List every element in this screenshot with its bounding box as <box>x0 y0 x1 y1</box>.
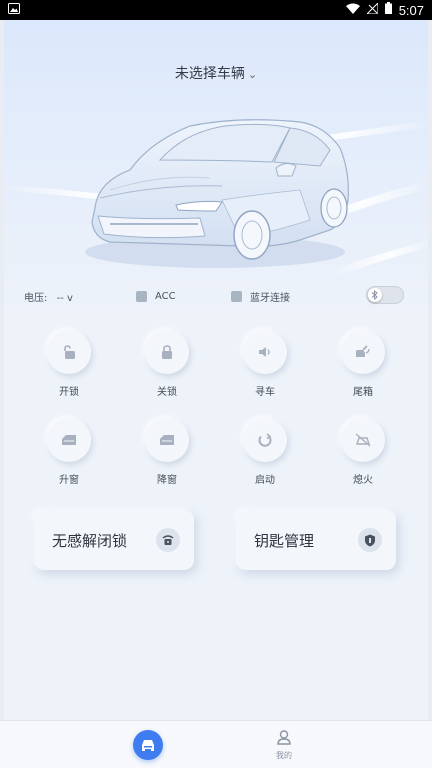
window-down-icon <box>145 418 189 462</box>
voltage-indicator: 电压: -- v <box>24 289 73 304</box>
acc-indicator: ACC <box>136 290 176 302</box>
phone-lock-icon <box>156 528 180 552</box>
acc-label: ACC <box>155 290 176 302</box>
window-up-label: 升窗 <box>59 475 79 486</box>
key-management-card[interactable]: 钥匙管理 <box>236 510 396 570</box>
tab-home[interactable] <box>133 730 163 760</box>
trunk-button[interactable]: 尾箱 <box>323 330 403 398</box>
keyless-lock-label: 无感解闭锁 <box>52 531 128 550</box>
image-notification-icon <box>8 2 20 18</box>
bluetooth-indicator: 蓝牙连接 <box>231 289 290 304</box>
vehicle-selector[interactable]: 未选择车辆 ⌄ <box>0 63 432 83</box>
tab-mine-label: 我的 <box>276 751 292 760</box>
trunk-label: 尾箱 <box>353 387 373 398</box>
start-engine-button[interactable]: 启动 <box>225 418 305 486</box>
right-edge <box>428 20 432 768</box>
engine-off-icon <box>341 418 385 462</box>
lock-button[interactable]: 关锁 <box>127 330 207 398</box>
engine-off-label: 熄火 <box>353 475 373 486</box>
speaker-icon <box>243 330 287 374</box>
car-front-icon <box>142 740 154 751</box>
window-up-icon <box>47 418 91 462</box>
find-car-button[interactable]: 寻车 <box>225 330 305 398</box>
tab-mine[interactable]: 我的 <box>268 730 300 761</box>
wifi-icon <box>345 3 360 18</box>
unlock-label: 开锁 <box>59 387 79 398</box>
bluetooth-toggle[interactable] <box>366 286 404 304</box>
find-car-label: 寻车 <box>255 387 275 398</box>
key-management-label: 钥匙管理 <box>254 531 315 550</box>
user-icon <box>277 730 291 745</box>
no-signal-icon <box>365 1 379 18</box>
clock: 5:07 <box>398 2 424 18</box>
shield-key-icon <box>358 528 382 552</box>
engine-off-button[interactable]: 熄火 <box>323 418 403 486</box>
power-start-icon <box>243 418 287 462</box>
lock-icon <box>145 330 189 374</box>
window-down-label: 降窗 <box>157 475 177 486</box>
vehicle-selector-label: 未选择车辆 <box>174 66 245 82</box>
control-grid: 开锁 关锁 寻车 尾箱 升窗 降窗 启动 熄火 <box>0 330 432 500</box>
voltage-value: -- v <box>56 292 73 304</box>
bluetooth-icon <box>368 288 382 302</box>
window-down-button[interactable]: 降窗 <box>127 418 207 486</box>
unlock-button[interactable]: 开锁 <box>29 330 109 398</box>
car-illustration <box>0 119 432 276</box>
start-engine-label: 启动 <box>255 475 275 486</box>
keyless-lock-card[interactable]: 无感解闭锁 <box>34 510 194 570</box>
chevron-down-icon: ⌄ <box>247 68 258 81</box>
vehicle-status-row: 电压: -- v ACC 蓝牙连接 <box>0 284 432 308</box>
voltage-label: 电压: <box>24 292 48 304</box>
trunk-icon <box>341 330 385 374</box>
window-up-button[interactable]: 升窗 <box>29 418 109 486</box>
acc-status-square <box>136 290 147 302</box>
bluetooth-label: 蓝牙连接 <box>250 292 290 304</box>
hero-area: 未选择车辆 ⌄ <box>0 20 432 310</box>
status-bar: 5:07 <box>0 0 432 20</box>
unlock-icon <box>47 330 91 374</box>
bluetooth-status-square <box>231 290 242 302</box>
battery-icon <box>384 2 392 18</box>
left-edge <box>0 20 4 768</box>
lock-label: 关锁 <box>157 387 177 398</box>
bottom-tab-bar: 我的 <box>0 720 432 768</box>
